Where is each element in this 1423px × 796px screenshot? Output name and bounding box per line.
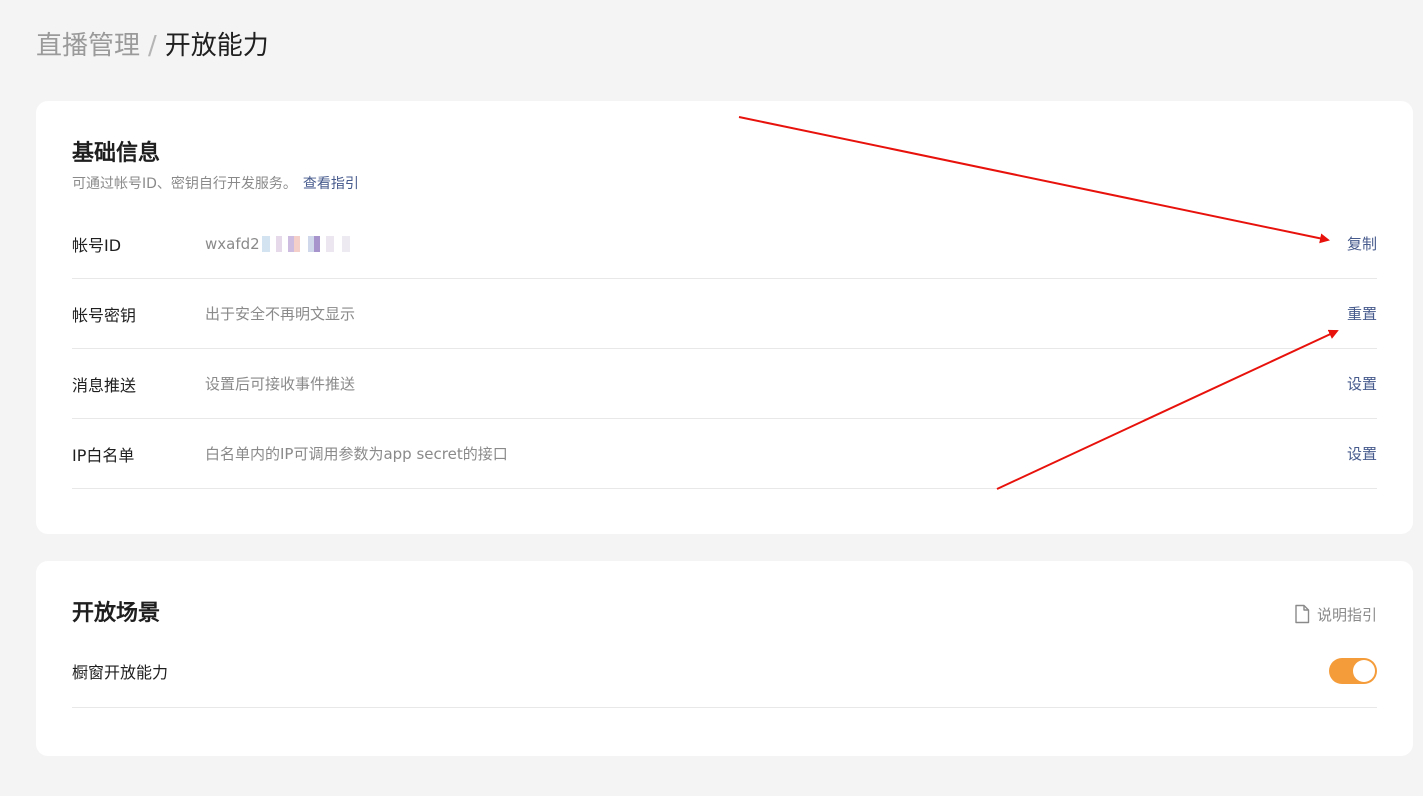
open-scene-card: 开放场景 说明指引 橱窗开放能力 [36, 561, 1413, 756]
breadcrumb: 直播管理 / 开放能力 [36, 26, 269, 66]
message-push-settings-button[interactable]: 设置 [1347, 373, 1377, 394]
showcase-capability-row: 橱窗开放能力 [72, 635, 1377, 708]
instruction-guide-label: 说明指引 [1316, 605, 1377, 624]
basic-info-description: 可通过帐号ID、密钥自行开发服务。 [72, 176, 297, 192]
ip-whitelist-value: 白名单内的IP可调用参数为app secret的接口 [205, 445, 508, 463]
reset-button[interactable]: 重置 [1347, 303, 1377, 324]
page: 直播管理 / 开放能力 基础信息 可通过帐号ID、密钥自行开发服务。 查看指引 帐号I… [0, 0, 1423, 796]
open-scene-title: 开放场景 [72, 601, 161, 626]
page-title: 开放能力 [164, 31, 269, 61]
basic-info-card: 基础信息 可通过帐号ID、密钥自行开发服务。 查看指引 帐号ID wxafd2 复… [36, 101, 1413, 534]
open-scene-header: 开放场景 说明指引 [72, 561, 1377, 629]
redacted-mosaic [261, 235, 358, 252]
instruction-guide-link[interactable]: 说明指引 [1293, 604, 1377, 625]
account-id-row: 帐号ID wxafd2 复制 [72, 209, 1377, 279]
showcase-capability-toggle[interactable] [1329, 658, 1377, 684]
basic-info-title: 基础信息 [72, 141, 161, 166]
message-push-value: 设置后可接收事件推送 [205, 375, 356, 393]
account-id-value: wxafd2 [205, 234, 260, 253]
document-icon [1295, 604, 1310, 624]
account-secret-row: 帐号密钥 出于安全不再明文显示 重置 [72, 279, 1377, 349]
ip-whitelist-label: IP白名单 [72, 445, 135, 465]
message-push-row: 消息推送 设置后可接收事件推送 设置 [72, 349, 1377, 419]
account-secret-value: 出于安全不再明文显示 [205, 305, 356, 323]
breadcrumb-separator: / [148, 31, 157, 61]
view-guide-link[interactable]: 查看指引 [303, 176, 359, 192]
showcase-capability-label: 橱窗开放能力 [72, 663, 169, 682]
account-id-label: 帐号ID [72, 235, 122, 255]
ip-whitelist-row: IP白名单 白名单内的IP可调用参数为app secret的接口 设置 [72, 419, 1377, 489]
account-secret-label: 帐号密钥 [72, 305, 137, 325]
message-push-label: 消息推送 [72, 375, 137, 395]
account-id-value-container: wxafd2 [205, 235, 1347, 253]
ip-whitelist-settings-button[interactable]: 设置 [1347, 443, 1377, 464]
toggle-knob [1353, 660, 1375, 682]
copy-button[interactable]: 复制 [1347, 233, 1377, 254]
breadcrumb-parent-link[interactable]: 直播管理 [36, 31, 140, 61]
basic-info-list: 帐号ID wxafd2 复制 帐号密钥 出于安全不再明文显示 重置 消息推送 设… [72, 209, 1377, 489]
basic-info-subtitle: 可通过帐号ID、密钥自行开发服务。 查看指引 [72, 173, 1377, 195]
